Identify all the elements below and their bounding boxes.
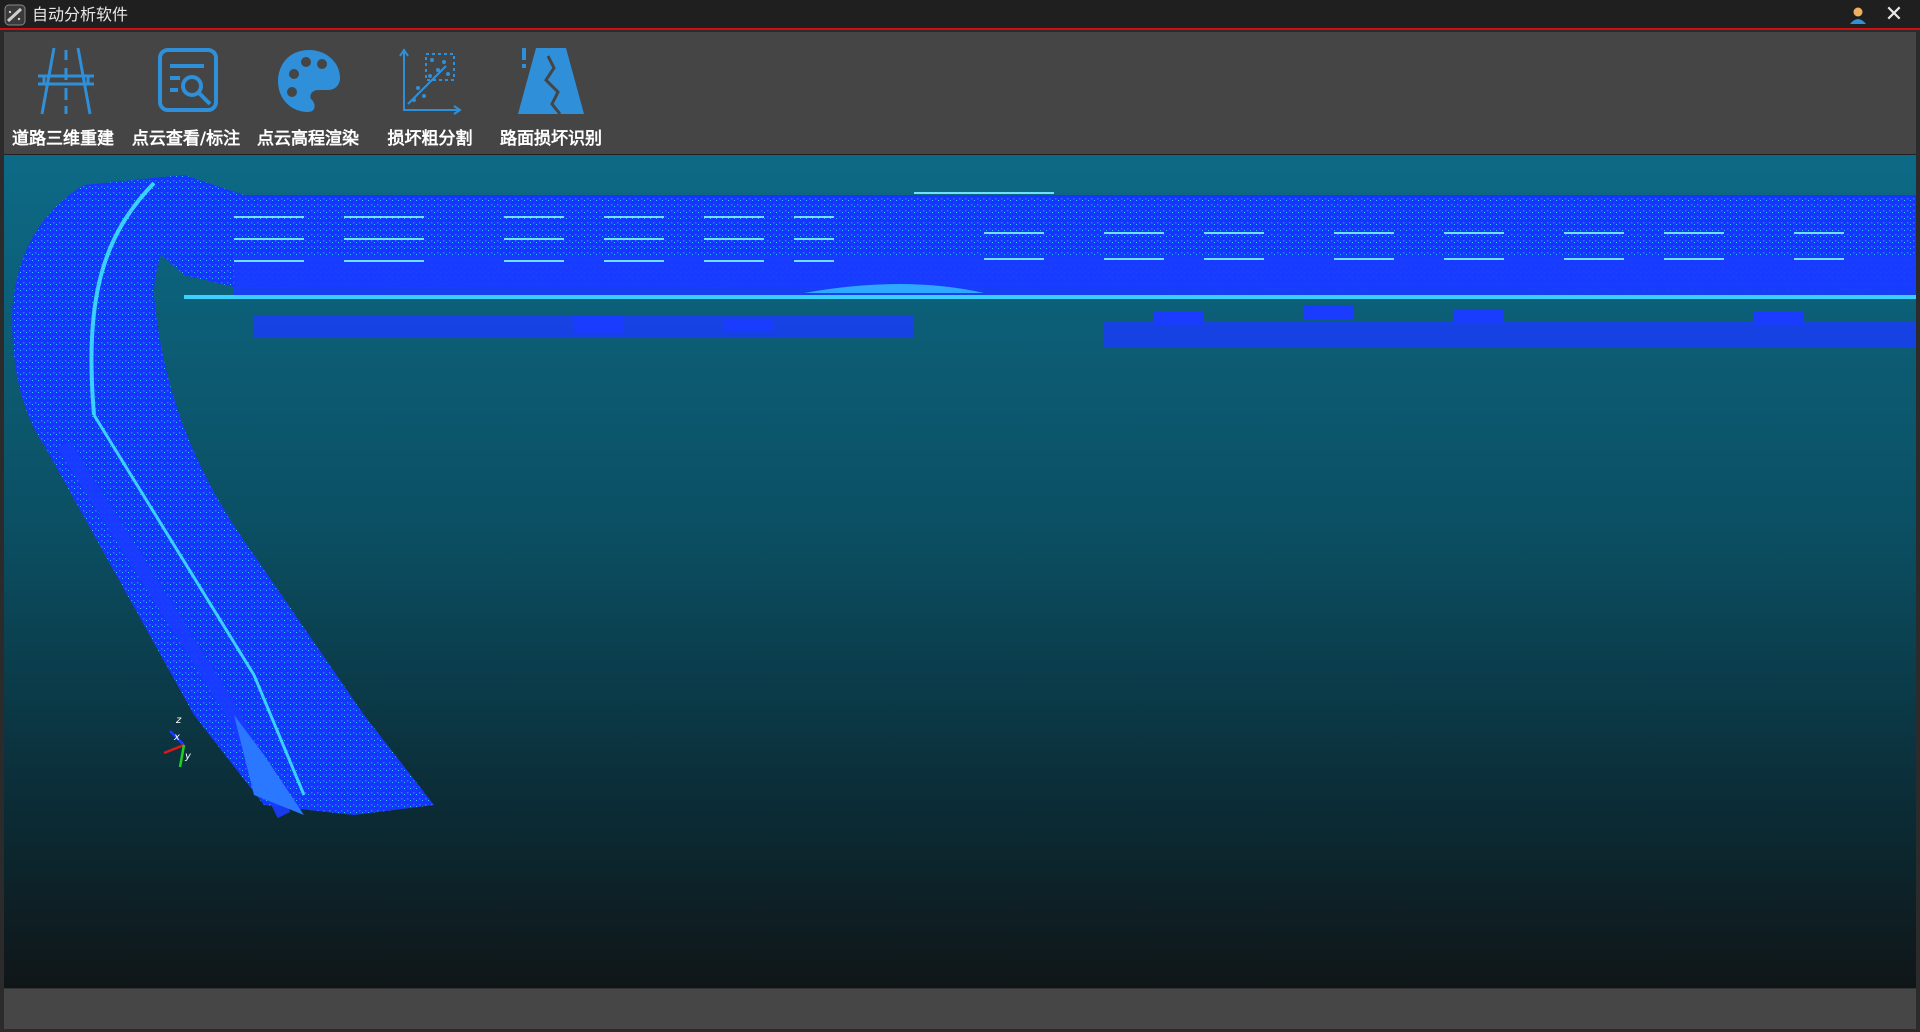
pointcloud-render: z x y (12, 175, 1916, 819)
tool-label: 损坏粗分割 (387, 129, 473, 149)
pointcloud-viewport[interactable]: z x y (4, 155, 1916, 988)
title-bar: 自动分析软件 ✕ (0, 0, 1920, 30)
axis-label-z: z (175, 715, 182, 726)
road-segment-horizontal (84, 175, 1916, 347)
axis-label-x: x (173, 732, 180, 743)
road-damage-icon (518, 48, 584, 115)
tool-label: 路面损坏识别 (500, 129, 602, 149)
pointcloud-app-icon (4, 4, 26, 26)
road-3d-reconstruction-button[interactable]: 道路三维重建 (8, 42, 118, 150)
tool-label: 道路三维重建 (12, 129, 114, 149)
elevation-render-button[interactable]: 点云高程渲染 (250, 42, 366, 150)
window-title: 自动分析软件 (32, 5, 129, 24)
user-icon[interactable] (1848, 5, 1868, 25)
close-button[interactable]: ✕ (1880, 2, 1908, 28)
tool-label: 点云高程渲染 (257, 129, 359, 149)
status-bar (4, 988, 1916, 1029)
scatter-plot-icon (399, 48, 462, 115)
road-damage-recognition-button[interactable]: 路面损坏识别 (494, 42, 608, 150)
damage-coarse-segmentation-button[interactable]: 损坏粗分割 (374, 42, 486, 150)
axis-gizmo: z x y (163, 715, 192, 768)
tool-label: 点云查看/标注 (131, 129, 241, 149)
close-icon: ✕ (1884, 2, 1904, 27)
palette-icon (278, 50, 340, 112)
road-3d-icon (38, 47, 94, 115)
axis-label-y: y (184, 751, 192, 762)
document-search-icon (158, 48, 218, 112)
pointcloud-view-annotate-button[interactable]: 点云查看/标注 (124, 42, 248, 150)
main-toolbar: 道路三维重建 点云查看/标注 点云高程渲染 损坏粗分割 路面损坏识别 (4, 32, 1916, 155)
